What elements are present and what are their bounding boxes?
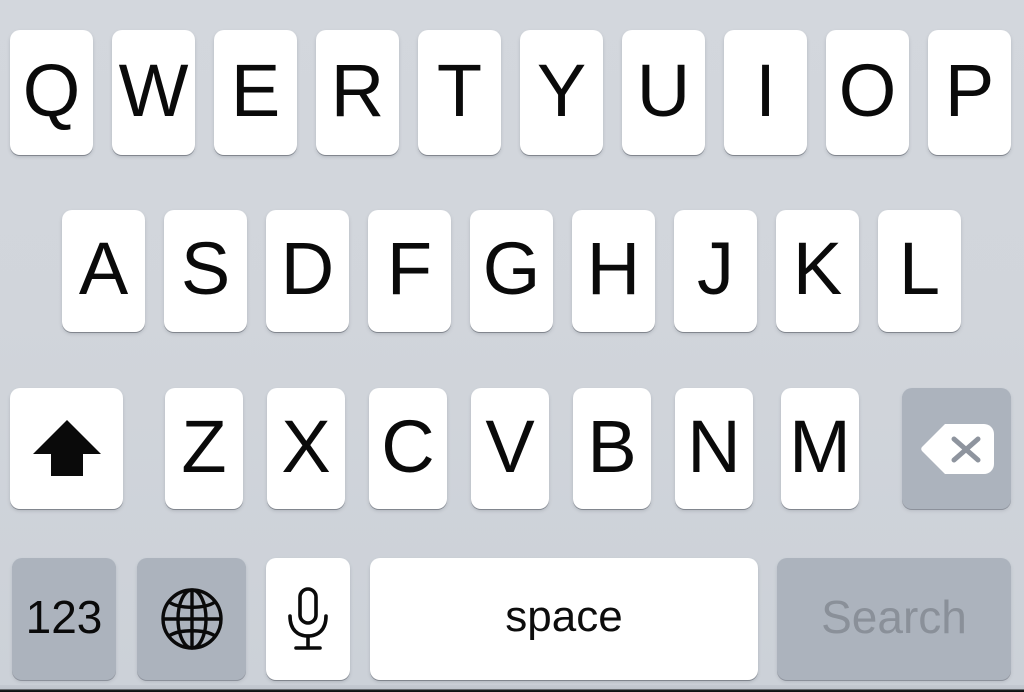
backspace-delete-icon [902,388,1011,509]
globe-icon [137,558,246,680]
key-label: Q [22,48,81,132]
keyboard-bottom-edge [0,685,1024,692]
key-z[interactable]: Z [165,388,243,509]
key-label: 123 [25,591,103,643]
key-label: U [636,48,691,132]
key-label: A [78,227,129,310]
key-y[interactable]: Y [520,30,603,155]
key-label: I [755,48,776,132]
ios-keyboard: Q W E R T Y U I O P A S D F G H J K L Z … [0,0,1024,692]
key-p[interactable]: P [928,30,1011,155]
key-n[interactable]: N [675,388,753,509]
key-e[interactable]: E [214,30,297,155]
key-d[interactable]: D [266,210,349,332]
key-u[interactable]: U [622,30,705,155]
key-f[interactable]: F [368,210,451,332]
key-j[interactable]: J [674,210,757,332]
key-label: T [436,48,483,132]
key-label: N [687,404,741,488]
microphone-icon [266,558,350,680]
shift-arrow-icon [10,388,123,509]
key-w[interactable]: W [112,30,195,155]
key-l[interactable]: L [878,210,961,332]
key-label: space [505,592,623,641]
key-r[interactable]: R [316,30,399,155]
numeric-mode-key[interactable]: 123 [12,558,116,680]
key-b[interactable]: B [573,388,651,509]
key-g[interactable]: G [470,210,553,332]
globe-key[interactable] [137,558,246,680]
key-label: Y [536,48,587,132]
key-k[interactable]: K [776,210,859,332]
key-label: M [789,404,851,488]
key-label: Search [821,591,967,643]
key-label: Z [181,404,227,488]
key-label: K [792,227,843,310]
key-c[interactable]: C [369,388,447,509]
key-o[interactable]: O [826,30,909,155]
key-label: E [230,48,281,132]
key-label: V [485,404,535,488]
shift-key[interactable] [10,388,123,509]
key-label: L [898,227,941,310]
key-h[interactable]: H [572,210,655,332]
key-label: F [386,227,433,310]
key-label: H [586,227,641,310]
key-label: W [118,48,189,132]
key-label: P [944,48,995,132]
key-a[interactable]: A [62,210,145,332]
backspace-key[interactable] [902,388,1011,509]
key-label: R [330,48,385,132]
key-x[interactable]: X [267,388,345,509]
key-m[interactable]: M [781,388,859,509]
key-i[interactable]: I [724,30,807,155]
key-t[interactable]: T [418,30,501,155]
key-q[interactable]: Q [10,30,93,155]
dictation-key[interactable] [266,558,350,680]
search-return-key[interactable]: Search [777,558,1011,680]
key-label: J [697,227,734,310]
space-key[interactable]: space [370,558,758,680]
key-label: G [482,227,541,310]
key-s[interactable]: S [164,210,247,332]
key-v[interactable]: V [471,388,549,509]
key-label: D [280,227,335,310]
key-label: O [838,48,897,132]
key-label: C [381,404,435,488]
key-label: B [587,404,637,488]
key-label: X [281,404,331,488]
key-label: S [180,227,231,310]
